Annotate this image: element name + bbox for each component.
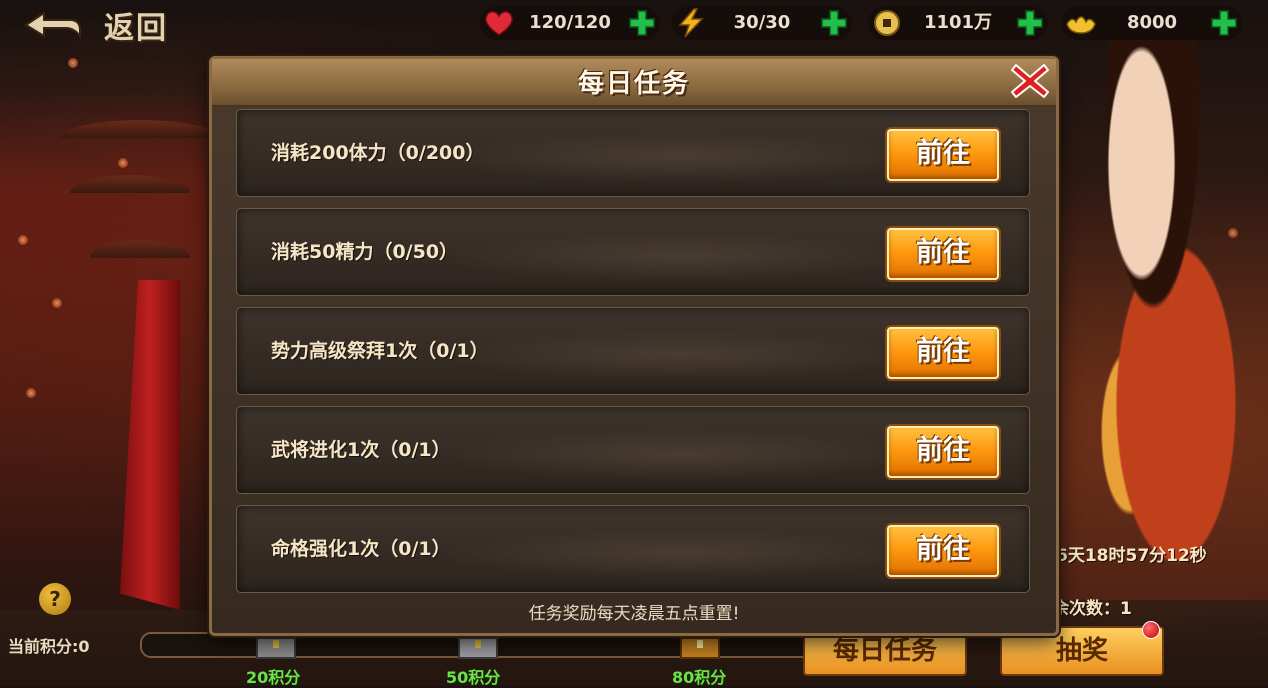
- background-palace: [0, 90, 230, 610]
- add-copper-button[interactable]: [1014, 7, 1046, 39]
- gold-value: 8000: [1126, 12, 1178, 33]
- heroine-portrait: [1038, 40, 1268, 600]
- task-description: 势力高级祭拜1次（0/1）: [271, 340, 489, 362]
- back-label: 返回: [104, 11, 168, 46]
- energy-stat: 30/30: [672, 6, 852, 40]
- chest-label: 50积分: [446, 668, 501, 687]
- copper-stat: 1101万: [868, 6, 1048, 40]
- copper-value: 1101万: [923, 12, 993, 33]
- chest-label: 20积分: [246, 668, 301, 687]
- go-button[interactable]: 前往: [887, 228, 999, 280]
- go-button[interactable]: 前往: [887, 129, 999, 181]
- back-arrow-icon: [24, 11, 81, 39]
- energy-value: 30/30: [733, 12, 791, 33]
- lantern: [18, 235, 28, 245]
- task-list: 消耗200体力（0/200） 前往 消耗50精力（0/50） 前往 势力高级祭拜…: [236, 109, 1030, 604]
- stamina-value: 120/120: [529, 12, 611, 33]
- plus-icon: [629, 10, 655, 36]
- lantern: [118, 158, 128, 168]
- add-gold-button[interactable]: [1208, 7, 1240, 39]
- coin-icon: [874, 10, 900, 36]
- add-energy-button[interactable]: [818, 7, 850, 39]
- gold-stat: 8000: [1062, 6, 1242, 40]
- task-description: 消耗200体力（0/200）: [271, 142, 485, 164]
- task-description: 武将进化1次（0/1）: [271, 439, 451, 461]
- help-icon[interactable]: ?: [39, 583, 71, 615]
- go-button[interactable]: 前往: [887, 327, 999, 379]
- reset-note: 任务奖励每天凌晨五点重置!: [528, 604, 740, 624]
- current-points: 当前积分:0: [8, 637, 90, 656]
- gold-ingot-icon: [1066, 16, 1096, 34]
- go-button[interactable]: 前往: [887, 426, 999, 478]
- task-row: 势力高级祭拜1次（0/1） 前往: [236, 307, 1030, 395]
- task-row: 武将进化1次（0/1） 前往: [236, 406, 1030, 494]
- lantern: [68, 58, 78, 68]
- heart-icon: [485, 11, 513, 36]
- lantern: [52, 298, 62, 308]
- plus-icon: [821, 10, 847, 36]
- countdown-timer: 6天18时57分12秒: [1056, 546, 1207, 566]
- task-row: 消耗200体力（0/200） 前往: [236, 109, 1030, 197]
- chest-label: 80积分: [672, 668, 727, 687]
- dialog-title: 每日任务: [577, 69, 690, 99]
- add-stamina-button[interactable]: [626, 7, 658, 39]
- dialog-header: 每日任务: [212, 59, 1056, 107]
- daily-tasks-dialog: 每日任务 消耗200体力（0/200） 前往 消耗50精力（0/50） 前往 势…: [209, 56, 1059, 636]
- plus-icon: [1211, 10, 1237, 36]
- task-description: 命格强化1次（0/1）: [271, 538, 451, 560]
- back-button[interactable]: 返回: [22, 6, 168, 46]
- stamina-stat: 120/120: [480, 6, 660, 40]
- remaining-draws: 余次数：1: [1052, 599, 1132, 619]
- task-row: 命格强化1次（0/1） 前往: [236, 505, 1030, 593]
- task-description: 消耗50精力（0/50）: [271, 241, 459, 263]
- go-button[interactable]: 前往: [887, 525, 999, 577]
- lantern: [26, 388, 36, 398]
- top-bar: 返回 120/120 30/30 1101万 8000: [0, 0, 1268, 50]
- task-row: 消耗50精力（0/50） 前往: [236, 208, 1030, 296]
- plus-icon: [1017, 10, 1043, 36]
- close-icon[interactable]: [1010, 61, 1050, 101]
- lightning-icon: [678, 8, 704, 38]
- notification-dot: [1142, 621, 1160, 639]
